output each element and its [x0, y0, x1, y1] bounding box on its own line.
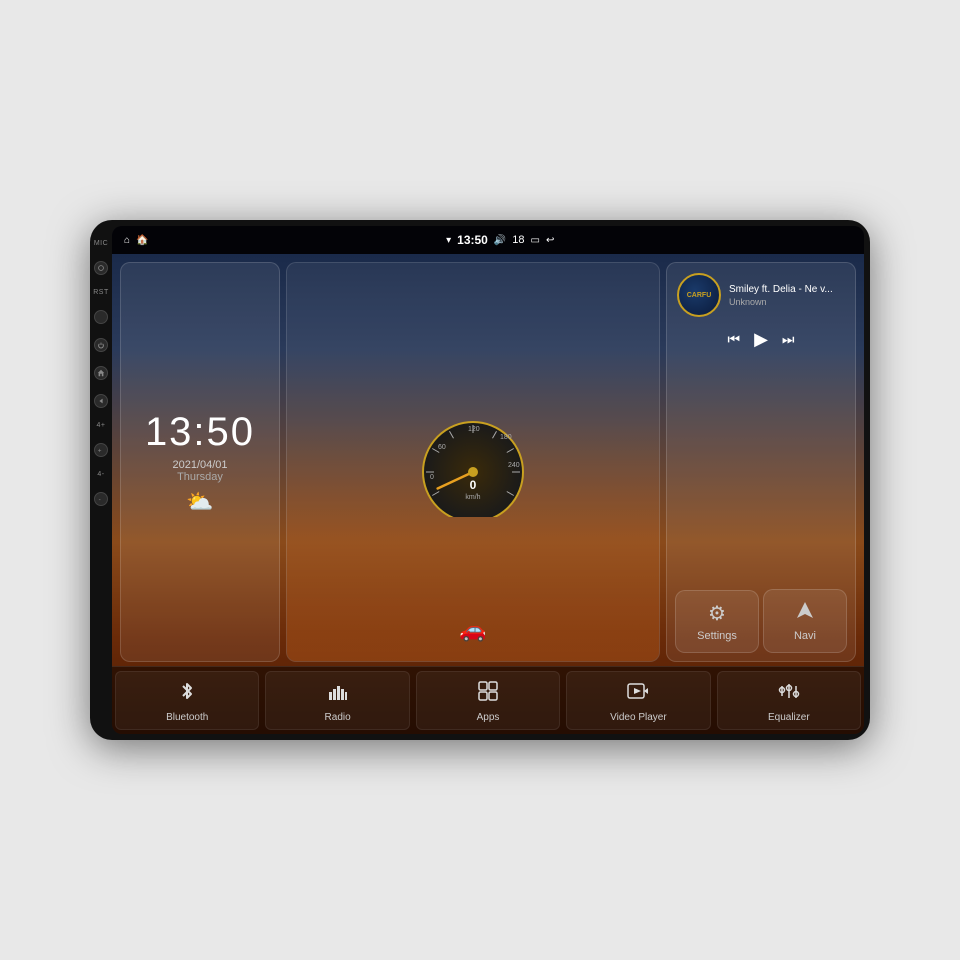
svg-text:240: 240 [508, 462, 520, 469]
speedometer-container: 0 60 120 180 240 0 km/h [408, 407, 538, 517]
bluetooth-label: Bluetooth [166, 712, 208, 723]
settings-icon: ⚙ [708, 601, 726, 626]
vol-up-button[interactable]: + [94, 443, 108, 457]
rst-button[interactable] [94, 310, 108, 324]
apps-label: Apps [477, 712, 500, 723]
video-player-app-item[interactable]: Video Player [566, 671, 710, 730]
music-controls: ⏮ ▶ ⏭ [667, 323, 855, 360]
status-bar: ⌂ 🏠 ▾ 13:50 🔊 18 ▭ ↩ [112, 226, 864, 254]
car-head-unit: MIC RST 4+ + 4- - ⌂ 🏠 [90, 220, 870, 740]
status-left: ⌂ 🏠 [124, 235, 149, 246]
speedometer-widget: 0 60 120 180 240 0 km/h [286, 262, 660, 662]
battery-icon: ▭ [531, 235, 540, 246]
volume-value: 18 [512, 234, 524, 246]
clock-time: 13:50 [145, 410, 255, 455]
navi-button[interactable]: Navi [763, 589, 847, 653]
screen: ⌂ 🏠 ▾ 13:50 🔊 18 ▭ ↩ 13:50 2021/04/01 [112, 226, 864, 734]
status-time: 13:50 [457, 233, 488, 247]
app-bar: Bluetooth Radio [112, 666, 864, 734]
settings-button[interactable]: ⚙ Settings [675, 590, 759, 653]
svg-text:180: 180 [500, 434, 512, 441]
svg-text:0: 0 [470, 478, 477, 492]
music-info: Smiley ft. Delia - Ne v... Unknown [729, 284, 845, 307]
apps-app-item[interactable]: Apps [416, 671, 560, 730]
clock-day: Thursday [177, 471, 223, 483]
car-icon: 🚗 [459, 617, 486, 643]
navi-label: Navi [794, 630, 816, 642]
play-button[interactable]: ▶ [754, 329, 768, 350]
next-button[interactable]: ⏭ [782, 331, 795, 348]
power-button[interactable] [94, 338, 108, 352]
home-side-button[interactable] [94, 366, 108, 380]
radio-icon [327, 680, 349, 708]
side-button-strip: MIC RST 4+ + 4- - [90, 220, 112, 740]
music-artist: Unknown [729, 297, 845, 307]
home-status-icon: ⌂ [124, 235, 130, 246]
house-status-icon: 🏠 [136, 235, 148, 246]
svg-text:0: 0 [430, 474, 434, 481]
back-side-button[interactable] [94, 394, 108, 408]
main-content: 13:50 2021/04/01 Thursday ⛅ [112, 254, 864, 734]
clock-widget: 13:50 2021/04/01 Thursday ⛅ [120, 262, 280, 662]
equalizer-label: Equalizer [768, 712, 810, 723]
mic-label: MIC [94, 240, 108, 247]
navi-icon [795, 600, 815, 626]
back-status-icon: ↩ [546, 235, 554, 246]
wifi-icon: ▾ [446, 235, 451, 246]
clock-date: 2021/04/01 [172, 459, 227, 471]
vol-down-button[interactable]: - [94, 492, 108, 506]
volume-icon: 🔊 [494, 235, 506, 246]
speedometer-svg: 0 60 120 180 240 0 km/h [408, 407, 538, 517]
apps-icon [477, 680, 499, 708]
radio-app-item[interactable]: Radio [265, 671, 409, 730]
settings-label: Settings [697, 630, 737, 642]
bluetooth-app-item[interactable]: Bluetooth [115, 671, 259, 730]
svg-text:-: - [99, 496, 101, 503]
svg-text:km/h: km/h [465, 494, 480, 501]
widgets-row: 13:50 2021/04/01 Thursday ⛅ [112, 254, 864, 666]
status-center: ▾ 13:50 🔊 18 ▭ ↩ [446, 233, 554, 247]
video-player-label: Video Player [610, 712, 667, 723]
svg-text:60: 60 [438, 444, 446, 451]
equalizer-app-item[interactable]: Equalizer [717, 671, 861, 730]
svg-text:120: 120 [468, 426, 480, 433]
mic-button[interactable] [94, 261, 108, 275]
vol-down-label: 4- [97, 471, 104, 478]
bluetooth-icon [176, 680, 198, 708]
music-title: Smiley ft. Delia - Ne v... [729, 284, 845, 295]
rst-label: RST [93, 289, 109, 296]
quick-buttons: ⚙ Settings Navi [667, 360, 855, 661]
video-player-icon [627, 680, 649, 708]
weather-icon: ⛅ [186, 489, 213, 515]
vol-up-label: 4+ [97, 422, 106, 429]
music-logo: CARFU [677, 273, 721, 317]
radio-label: Radio [325, 712, 351, 723]
music-widget: CARFU Smiley ft. Delia - Ne v... Unknown… [666, 262, 856, 662]
equalizer-icon [778, 680, 800, 708]
svg-text:+: + [98, 447, 102, 454]
music-top: CARFU Smiley ft. Delia - Ne v... Unknown [667, 263, 855, 323]
prev-button[interactable]: ⏮ [727, 331, 740, 348]
